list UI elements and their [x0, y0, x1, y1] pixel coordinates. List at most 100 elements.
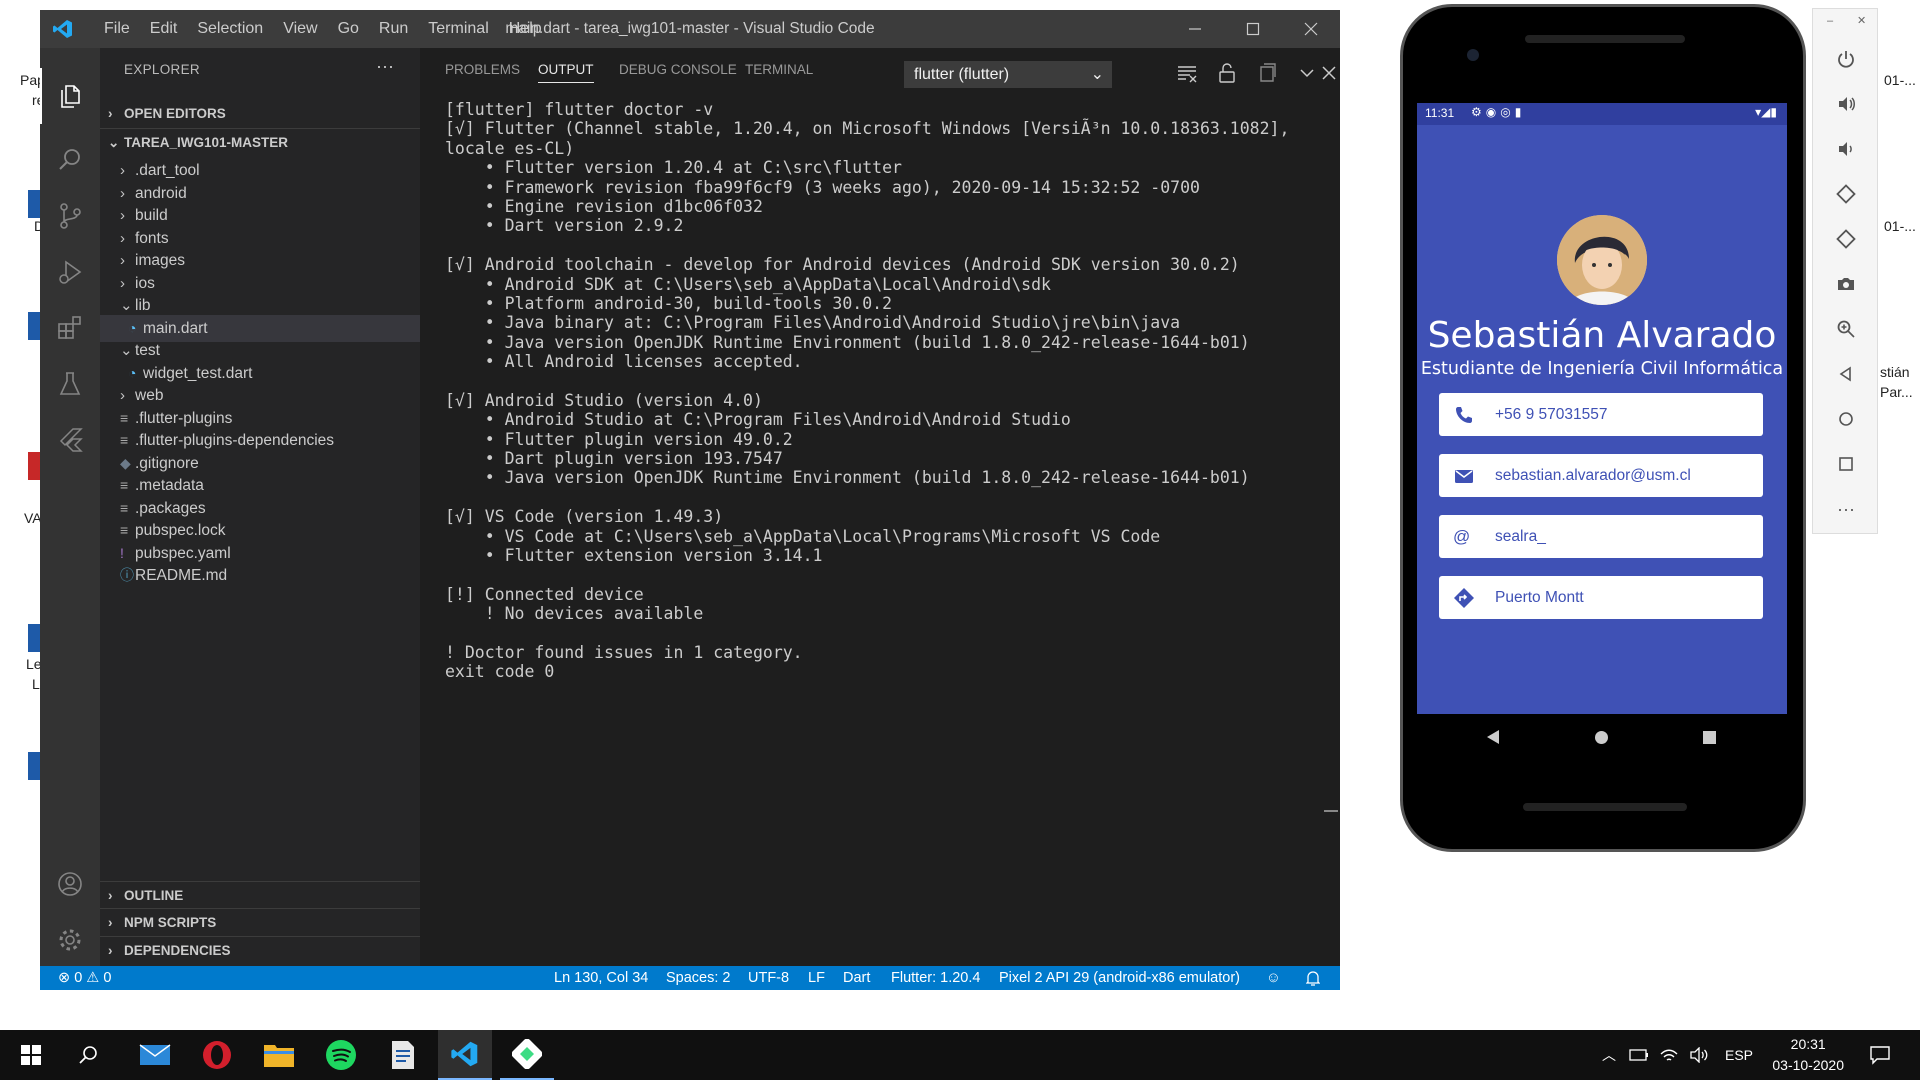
search-button[interactable]: [66, 1030, 112, 1080]
menu-go[interactable]: Go: [328, 20, 369, 38]
project-section[interactable]: ⌄ TAREA_IWG101-MASTER: [100, 128, 420, 155]
title-bar: File Edit Selection View Go Run Terminal…: [40, 10, 1340, 48]
close-button[interactable]: [1282, 10, 1340, 48]
more-options-icon[interactable]: ···: [1832, 495, 1860, 523]
minimize-button[interactable]: [1166, 10, 1224, 48]
close-panel-icon[interactable]: [1322, 62, 1340, 84]
power-icon[interactable]: [1832, 45, 1860, 73]
tab-output[interactable]: OUTPUT: [538, 62, 594, 83]
maximize-panel-icon[interactable]: [1296, 62, 1318, 84]
volume-up-icon[interactable]: [1832, 90, 1860, 118]
volume-icon[interactable]: [1686, 1030, 1712, 1080]
vscode-taskbar-icon[interactable]: [438, 1030, 492, 1080]
lock-scroll-icon[interactable]: [1216, 62, 1238, 84]
problems-status[interactable]: ⊗ 0 ⚠ 0: [58, 966, 111, 990]
back-icon[interactable]: [1832, 360, 1860, 388]
menu-file[interactable]: File: [94, 20, 140, 38]
home-icon[interactable]: [1832, 405, 1860, 433]
indentation[interactable]: Spaces: 2: [666, 966, 731, 990]
extensions-icon[interactable]: [40, 300, 100, 356]
npm-scripts-section[interactable]: › NPM SCRIPTS: [100, 908, 420, 935]
desktop-label: stián: [1880, 364, 1910, 380]
file-explorer-icon[interactable]: [254, 1030, 304, 1080]
action-center-button[interactable]: [1856, 1030, 1904, 1080]
rotate-left-icon[interactable]: [1832, 180, 1860, 208]
source-control-icon[interactable]: [40, 188, 100, 244]
toolbar-minimize-icon[interactable]: –: [1827, 15, 1833, 27]
testing-icon[interactable]: [40, 356, 100, 412]
search-icon[interactable]: [40, 132, 100, 188]
encoding[interactable]: UTF-8: [748, 966, 789, 990]
output-line: [√] Android toolchain - develop for Andr…: [445, 255, 1240, 275]
nav-back-icon[interactable]: [1487, 730, 1499, 744]
nav-recents-icon[interactable]: [1703, 731, 1716, 744]
phone-number: +56 9 57031557: [1495, 406, 1608, 423]
output-line: [√] Flutter (Channel stable, 1.20.4, on …: [445, 119, 1290, 139]
camera-icon[interactable]: [1832, 270, 1860, 298]
output-line: [√] VS Code (version 1.49.3): [445, 507, 724, 527]
mail-app-icon[interactable]: [130, 1030, 180, 1080]
settings-gear-icon[interactable]: [40, 912, 100, 968]
opera-browser-icon[interactable]: [192, 1030, 242, 1080]
dependencies-section[interactable]: › DEPENDENCIES: [100, 936, 420, 963]
end-of-line[interactable]: LF: [808, 966, 825, 990]
rotate-right-icon[interactable]: [1832, 225, 1860, 253]
input-language[interactable]: ESP: [1720, 1030, 1758, 1080]
overview-icon[interactable]: [1832, 450, 1860, 478]
search-icon: [79, 1046, 97, 1064]
menu-view[interactable]: View: [273, 20, 327, 38]
tab-problems[interactable]: PROBLEMS: [445, 62, 520, 77]
tab-terminal[interactable]: TERMINAL: [745, 62, 813, 77]
phone-card[interactable]: +56 9 57031557: [1439, 393, 1763, 436]
location-card[interactable]: Puerto Montt: [1439, 576, 1763, 619]
menu-terminal[interactable]: Terminal: [418, 20, 498, 38]
battery-icon[interactable]: [1626, 1030, 1652, 1080]
menu-selection[interactable]: Selection: [187, 20, 273, 38]
wifi-icon[interactable]: [1656, 1030, 1682, 1080]
notification-icon: [1870, 1046, 1890, 1065]
maximize-button[interactable]: [1224, 10, 1282, 48]
toolbar-close-icon[interactable]: ✕: [1857, 14, 1866, 27]
desktop-label: VA: [24, 510, 42, 526]
output-line: • Java version OpenJDK Runtime Environme…: [445, 332, 1250, 352]
notifications-bell-icon[interactable]: [1306, 966, 1320, 990]
menu-run[interactable]: Run: [369, 20, 418, 38]
chevron-right-icon: ›: [108, 943, 113, 958]
open-editors-section[interactable]: › OPEN EDITORS: [100, 100, 420, 127]
spotify-icon[interactable]: [316, 1030, 366, 1080]
accounts-icon[interactable]: [40, 856, 100, 912]
explorer-icon[interactable]: [40, 68, 100, 124]
document-app-icon[interactable]: [378, 1030, 428, 1080]
clear-output-icon[interactable]: [1176, 62, 1198, 84]
scrollbar[interactable]: [1324, 810, 1338, 812]
menu-edit[interactable]: Edit: [140, 20, 188, 38]
output-channel-select[interactable]: flutter (flutter) ⌄: [904, 61, 1112, 88]
email-card[interactable]: sebastian.alvarador@usm.cl: [1439, 454, 1763, 497]
output-line: • Android Studio at C:\Program Files\And…: [445, 410, 1071, 430]
start-button[interactable]: [8, 1030, 54, 1080]
show-hidden-icons-icon[interactable]: ︿: [1596, 1030, 1622, 1080]
volume-down-icon[interactable]: [1832, 135, 1860, 163]
zoom-icon[interactable]: [1832, 315, 1860, 343]
more-actions-button[interactable]: ···: [376, 56, 394, 77]
windows-taskbar: ︿ ESP 20:31 03-10-2020: [0, 1030, 1920, 1080]
run-debug-icon[interactable]: [40, 244, 100, 300]
feedback-icon[interactable]: ☺: [1266, 966, 1281, 990]
flutter-icon[interactable]: [40, 412, 100, 468]
file-item[interactable]: ⓘ README.md: [100, 562, 420, 589]
device-selector[interactable]: Pixel 2 API 29 (android-x86 emulator): [999, 966, 1240, 990]
username-card[interactable]: @ sealra_: [1439, 515, 1763, 558]
flutter-version[interactable]: Flutter: 1.20.4: [891, 966, 980, 990]
menu-bar: File Edit Selection View Go Run Terminal…: [94, 10, 552, 48]
cursor-position[interactable]: Ln 130, Col 34: [554, 966, 648, 990]
nav-home-icon[interactable]: [1595, 731, 1608, 744]
language-mode[interactable]: Dart: [843, 966, 870, 990]
outline-section[interactable]: › OUTLINE: [100, 881, 420, 908]
emulator-taskbar-icon[interactable]: [500, 1030, 554, 1080]
maximize-icon: [1246, 22, 1260, 36]
output-line: • Flutter plugin version 49.0.2: [445, 429, 793, 449]
clock[interactable]: 20:31 03-10-2020: [1772, 1034, 1844, 1076]
menu-help[interactable]: Help: [499, 20, 552, 38]
open-in-editor-icon[interactable]: [1256, 62, 1278, 84]
tab-debug-console[interactable]: DEBUG CONSOLE: [619, 62, 737, 77]
